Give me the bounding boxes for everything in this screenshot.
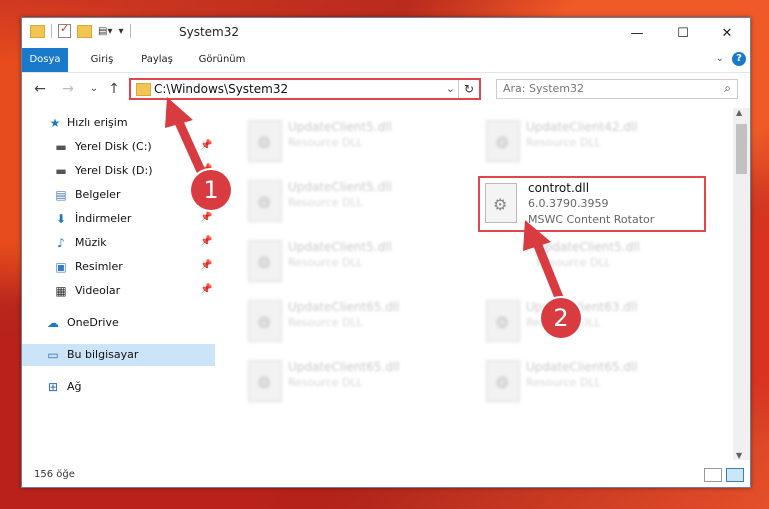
arrow-to-highlighted-file	[523, 220, 565, 305]
annotation-arrows	[165, 97, 565, 305]
step-badge-2: 2	[541, 298, 581, 338]
step-badge-1: 1	[191, 170, 231, 210]
arrow-to-address-bar	[165, 97, 210, 185]
